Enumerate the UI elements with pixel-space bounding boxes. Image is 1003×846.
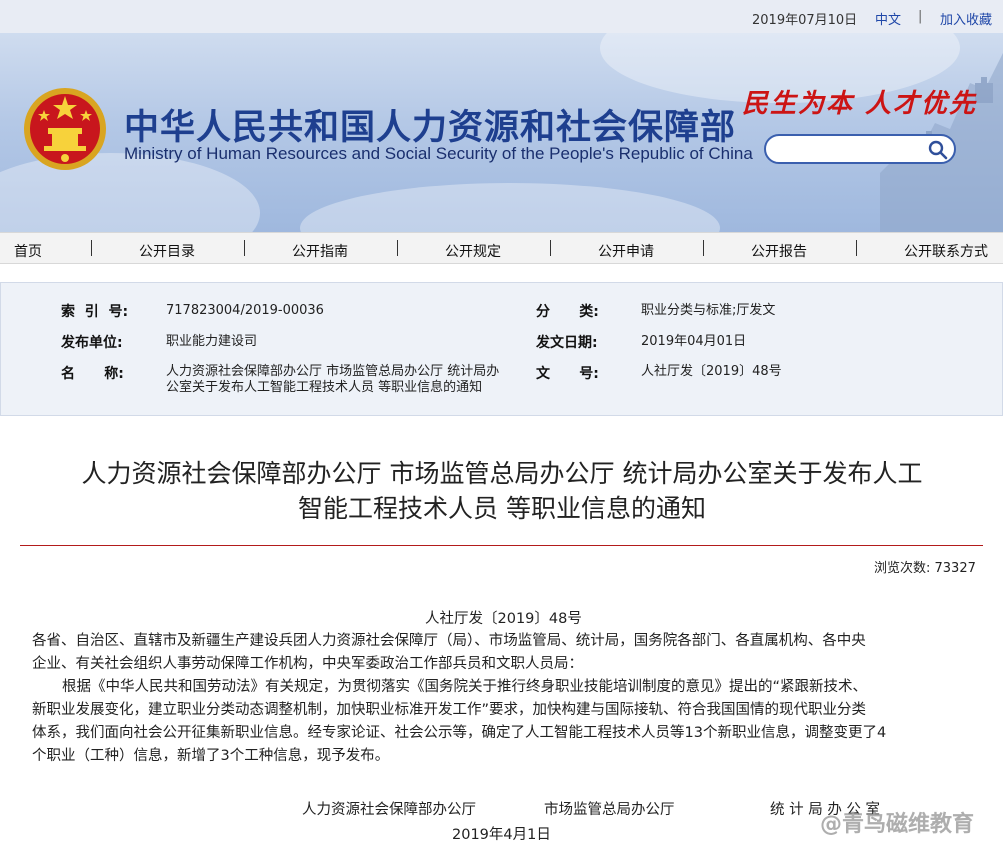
signature-date: 2019年4月1日 bbox=[452, 827, 551, 843]
publisher-label: 发布单位: bbox=[61, 335, 123, 351]
name-label: 名 称: bbox=[61, 366, 124, 382]
signature-mohrss: 人力资源社会保障部办公厅 bbox=[302, 802, 476, 818]
add-favorite-link[interactable]: 加入收藏 bbox=[940, 9, 992, 28]
category-value: 职业分类与标准;厅发文 bbox=[641, 303, 776, 318]
paragraph-line: 各省、自治区、直辖市及新疆生产建设兵团人力资源社会保障厅（局）、市场监管局、统计… bbox=[32, 633, 866, 649]
addressee-paragraph: 各省、自治区、直辖市及新疆生产建设兵团人力资源社会保障厅（局）、市场监管局、统计… bbox=[32, 630, 982, 676]
nav-divider bbox=[550, 240, 551, 256]
nav-guide[interactable]: 公开指南 bbox=[292, 241, 348, 261]
nav-home[interactable]: 首页 bbox=[14, 241, 42, 261]
nav-apply[interactable]: 公开申请 bbox=[598, 241, 654, 261]
great-wall-image bbox=[880, 53, 1003, 232]
nav-divider bbox=[397, 240, 398, 256]
article-title-line: 人力资源社会保障部办公厅 市场监管总局办公厅 统计局办公室关于发布人工 bbox=[81, 459, 923, 488]
paragraph-line: 企业、有关社会组织人事劳动保障工作机构，中央军委政治工作部兵员和文职人员局： bbox=[32, 656, 583, 672]
index-value: 717823004/2019-00036 bbox=[166, 303, 324, 318]
search-box bbox=[764, 134, 956, 164]
slogan: 民生为本 人才优先 bbox=[742, 89, 978, 119]
index-label: 索 引 号: bbox=[61, 304, 129, 320]
nav-divider bbox=[703, 240, 704, 256]
nav-divider bbox=[91, 240, 92, 256]
document-info-panel: 索 引 号: 717823004/2019-00036 分 类: 职业分类与标准… bbox=[0, 282, 1003, 416]
nav-contact[interactable]: 公开联系方式 bbox=[904, 241, 988, 261]
docno-value: 人社厅发〔2019〕48号 bbox=[641, 364, 782, 379]
site-banner: 中华人民共和国人力资源和社会保障部 Ministry of Human Reso… bbox=[0, 33, 1003, 232]
paragraph-line: 根据《中华人民共和国劳动法》有关规定，为贯彻落实《国务院关于推行终身职业技能培训… bbox=[62, 679, 868, 695]
body-paragraph: 根据《中华人民共和国劳动法》有关规定，为贯彻落实《国务院关于推行终身职业技能培训… bbox=[32, 676, 982, 768]
signature-samr: 市场监管总局办公厅 bbox=[544, 802, 675, 818]
paragraph-line: 个职业（工种）信息，新增了3个工种信息，现予发布。 bbox=[32, 748, 390, 764]
nav-rules[interactable]: 公开规定 bbox=[445, 241, 501, 261]
ministry-title-en: Ministry of Human Resources and Social S… bbox=[124, 144, 753, 163]
nav-divider bbox=[856, 240, 857, 256]
docno-label: 文 号: bbox=[536, 366, 599, 382]
national-emblem-icon bbox=[24, 88, 106, 170]
article-doc-number: 人社厅发〔2019〕48号 bbox=[425, 611, 582, 627]
search-input[interactable] bbox=[778, 140, 928, 160]
ministry-title-cn: 中华人民共和国人力资源和社会保障部 bbox=[124, 108, 737, 148]
top-bar: 2019年07月10日 中文 | 加入收藏 bbox=[0, 0, 1003, 33]
paragraph-line: 新职业发展变化，建立职业分类动态调整机制，加快职业标准开发工作”要求，加快构建与… bbox=[32, 702, 867, 718]
date-value: 2019年04月01日 bbox=[641, 334, 747, 349]
search-icon[interactable] bbox=[928, 140, 948, 160]
article-title: 人力资源社会保障部办公厅 市场监管总局办公厅 统计局办公室关于发布人工 智能工程… bbox=[18, 456, 986, 526]
view-count: 浏览次数: 73327 bbox=[874, 561, 976, 576]
nav-catalog[interactable]: 公开目录 bbox=[139, 241, 195, 261]
nav-divider bbox=[244, 240, 245, 256]
publisher-value: 职业能力建设司 bbox=[166, 334, 258, 349]
category-label: 分 类: bbox=[536, 304, 599, 320]
name-value: 人力资源社会保障部办公厅 市场监管总局办公厅 统计局办公室关于发布人工智能工程技… bbox=[166, 364, 500, 395]
topbar-divider: | bbox=[918, 9, 923, 24]
language-link[interactable]: 中文 bbox=[875, 9, 901, 28]
current-date: 2019年07月10日 bbox=[752, 13, 858, 28]
article-title-line: 智能工程技术人员 等职业信息的通知 bbox=[298, 494, 706, 523]
title-divider bbox=[20, 545, 983, 546]
paragraph-line: 体系，我们面向社会公开征集新职业信息。经专家论证、社会公示等，确定了人工智能工程… bbox=[32, 725, 887, 741]
main-nav: 首页 公开目录 公开指南 公开规定 公开申请 公开报告 公开联系方式 bbox=[0, 232, 1003, 264]
watermark: @青鸟磁维教育 bbox=[820, 812, 975, 837]
nav-report[interactable]: 公开报告 bbox=[751, 241, 807, 261]
date-label: 发文日期: bbox=[536, 335, 598, 351]
